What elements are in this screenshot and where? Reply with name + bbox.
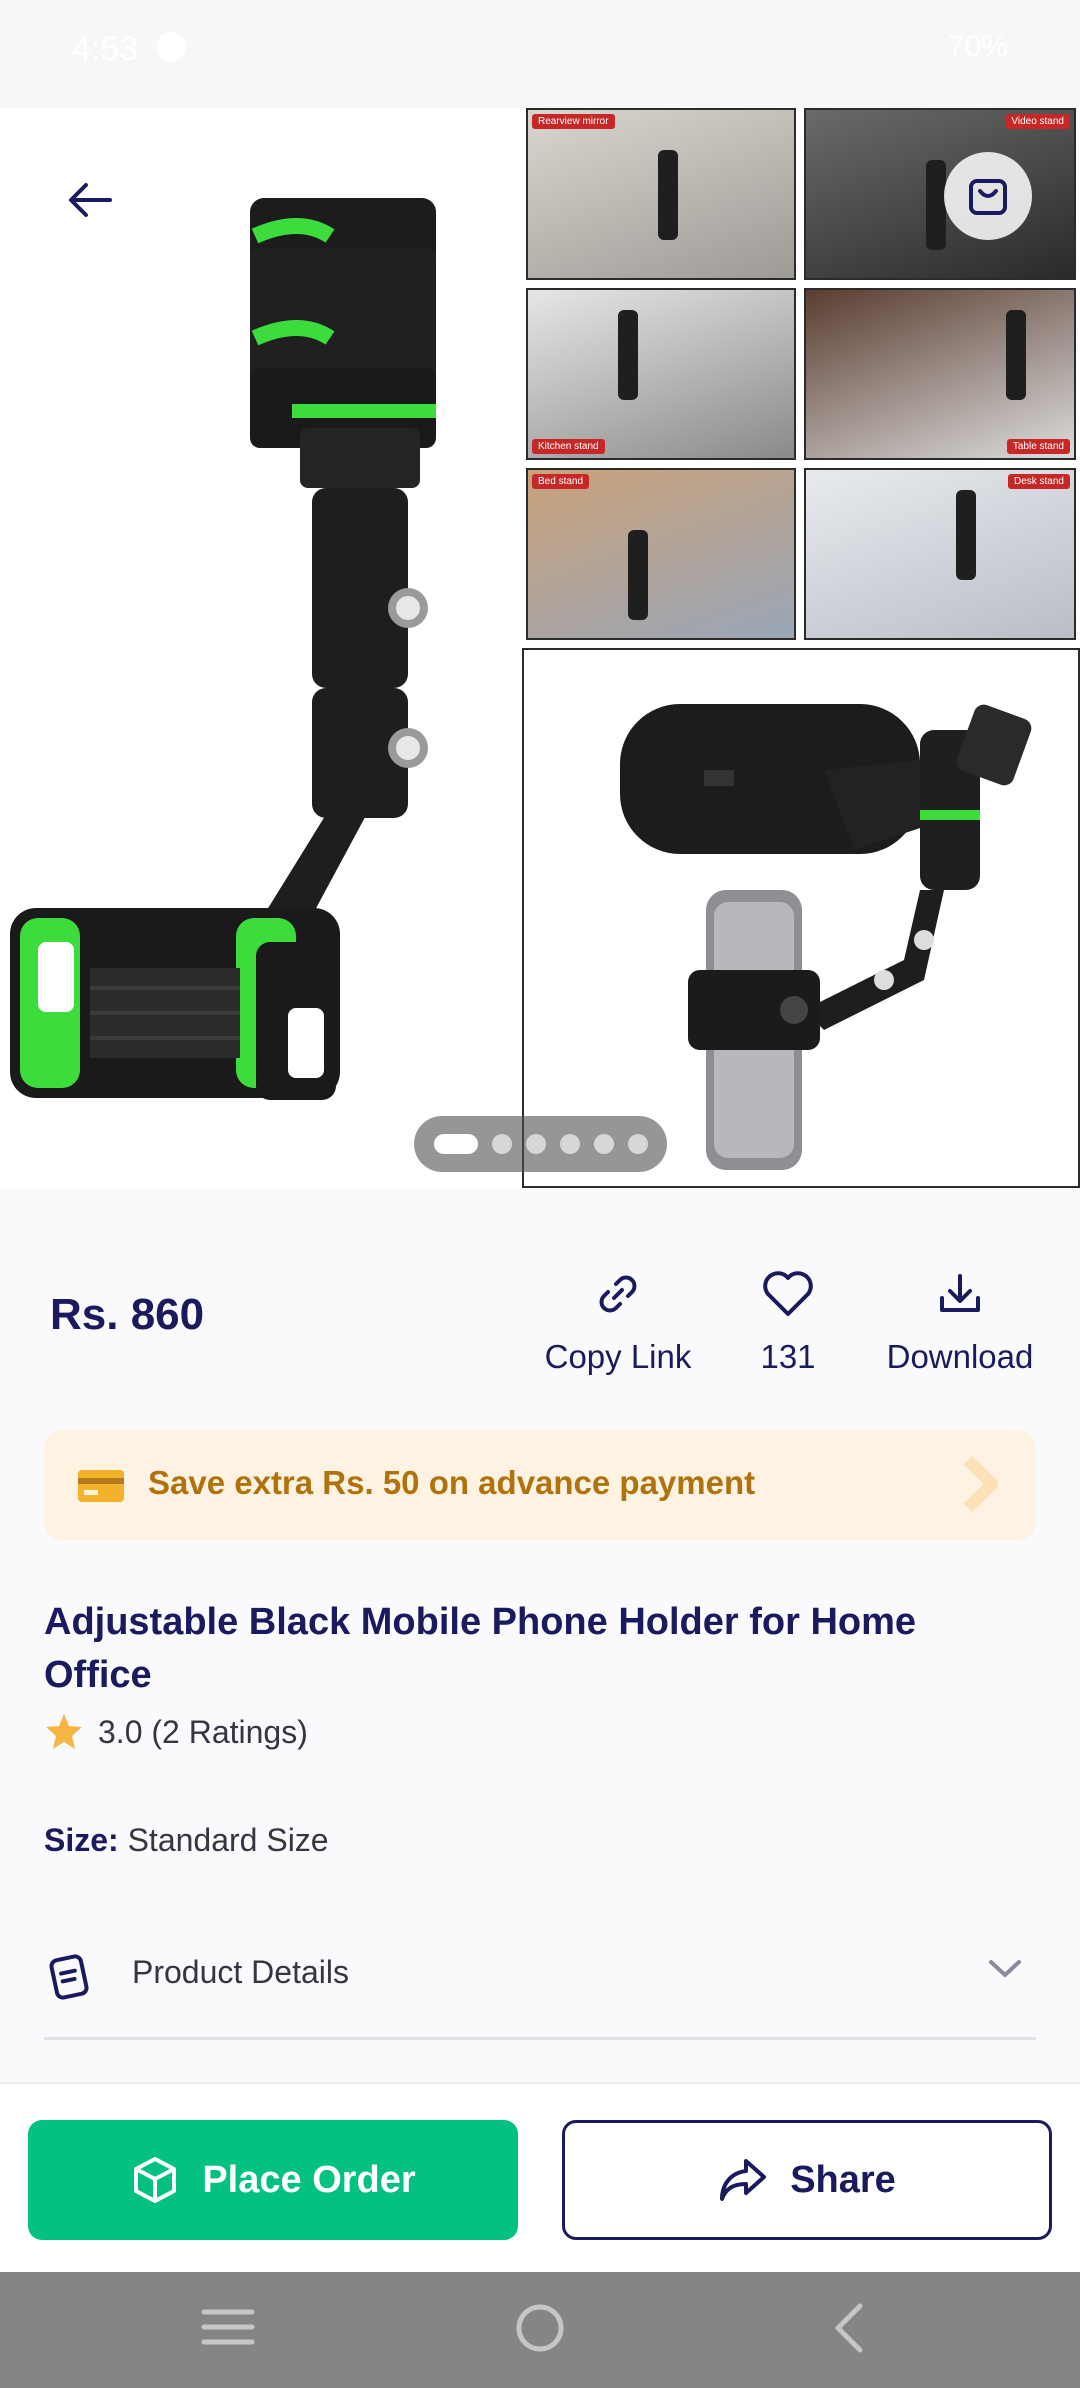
credit-card-icon bbox=[78, 1470, 124, 1502]
back-button[interactable] bbox=[50, 160, 130, 240]
size-label: Size: bbox=[44, 1822, 119, 1858]
mirror-mount-photo bbox=[522, 648, 1080, 1188]
status-bar: 4:53 70% bbox=[0, 0, 1080, 108]
star-icon bbox=[46, 1714, 82, 1749]
copy-link-label: Copy Link bbox=[544, 1338, 692, 1375]
carousel-indicator[interactable] bbox=[414, 1116, 667, 1172]
bottom-action-bar: Place Order Share bbox=[0, 2082, 1080, 2272]
chevron-down-icon bbox=[988, 1958, 1022, 1985]
carousel-dot[interactable] bbox=[627, 1134, 648, 1154]
phone-holder-illustration bbox=[10, 198, 436, 1100]
tile-tag: Rearview mirror bbox=[532, 114, 615, 129]
arrow-left-icon bbox=[69, 183, 112, 217]
product-price: Rs. 860 bbox=[50, 1290, 205, 1339]
share-label: Share bbox=[790, 2158, 896, 2201]
box-icon bbox=[134, 2157, 177, 2203]
download-icon bbox=[940, 1274, 980, 1312]
product-details-label: Product Details bbox=[132, 1954, 349, 1990]
share-icon bbox=[720, 2159, 767, 2201]
product-title: Adjustable Black Mobile Phone Holder for… bbox=[44, 1601, 917, 1696]
tile-tag: Kitchen stand bbox=[532, 439, 605, 454]
offer-text: Save extra Rs. 50 on advance payment bbox=[148, 1464, 756, 1501]
collage-tile: Table stand bbox=[804, 288, 1076, 460]
carousel-dot[interactable] bbox=[593, 1134, 614, 1154]
size-value: Standard Size bbox=[127, 1822, 329, 1858]
carousel-dot[interactable] bbox=[525, 1134, 546, 1154]
collage-tile: Kitchen stand bbox=[526, 288, 796, 460]
system-navigation-bar bbox=[0, 2272, 1080, 2388]
product-collage-image: Rearview mirror Video stand Kitchen stan… bbox=[522, 108, 1080, 1188]
product-gallery[interactable]: Rearview mirror Video stand Kitchen stan… bbox=[0, 108, 1080, 1188]
product-details-accordion[interactable]: Product Details bbox=[44, 1936, 1036, 2040]
back-nav-icon[interactable] bbox=[828, 2302, 868, 2354]
wishlist-button[interactable]: 131 bbox=[744, 1262, 832, 1376]
status-time: 4:53 bbox=[72, 30, 139, 68]
tile-tag: Table stand bbox=[1006, 439, 1070, 454]
copy-link-button[interactable]: Copy Link bbox=[540, 1262, 696, 1376]
carousel-dot[interactable] bbox=[491, 1134, 512, 1154]
tile-tag: Video stand bbox=[1005, 114, 1070, 129]
recent-apps-icon[interactable] bbox=[200, 2302, 256, 2352]
share-button[interactable]: Share bbox=[562, 2120, 1052, 2240]
collage-tile: Desk stand bbox=[804, 468, 1076, 640]
collage-tile: Bed stand bbox=[526, 468, 796, 640]
link-icon bbox=[599, 1275, 637, 1313]
download-label: Download bbox=[886, 1338, 1034, 1375]
chevron-right-icon bbox=[962, 1455, 1002, 1517]
download-button[interactable]: Download bbox=[880, 1262, 1040, 1376]
shopping-bag-icon bbox=[969, 179, 1007, 215]
carousel-dot[interactable] bbox=[559, 1134, 580, 1154]
cart-button[interactable] bbox=[944, 152, 1032, 240]
status-battery: 70% bbox=[947, 30, 1008, 63]
place-order-button[interactable]: Place Order bbox=[28, 2120, 518, 2240]
home-icon[interactable] bbox=[514, 2302, 566, 2354]
document-icon bbox=[44, 1950, 96, 2007]
wishlist-count: 131 bbox=[760, 1338, 816, 1375]
notification-icon bbox=[156, 32, 186, 62]
place-order-label: Place Order bbox=[202, 2158, 416, 2201]
advance-payment-offer[interactable]: Save extra Rs. 50 on advance payment bbox=[44, 1430, 1036, 1540]
rating-text: 3.0 (2 Ratings) bbox=[98, 1713, 308, 1750]
heart-icon bbox=[763, 1271, 813, 1316]
product-rating[interactable]: 3.0 (2 Ratings) bbox=[44, 1712, 308, 1752]
tile-tag: Bed stand bbox=[532, 474, 590, 489]
product-main-image bbox=[0, 108, 522, 1188]
tile-tag: Desk stand bbox=[1007, 474, 1070, 489]
carousel-dot[interactable] bbox=[433, 1134, 478, 1154]
collage-tile: Rearview mirror bbox=[526, 108, 796, 280]
product-size: Size: Standard Size bbox=[44, 1822, 329, 1859]
collage-tile: Video stand bbox=[804, 108, 1076, 280]
